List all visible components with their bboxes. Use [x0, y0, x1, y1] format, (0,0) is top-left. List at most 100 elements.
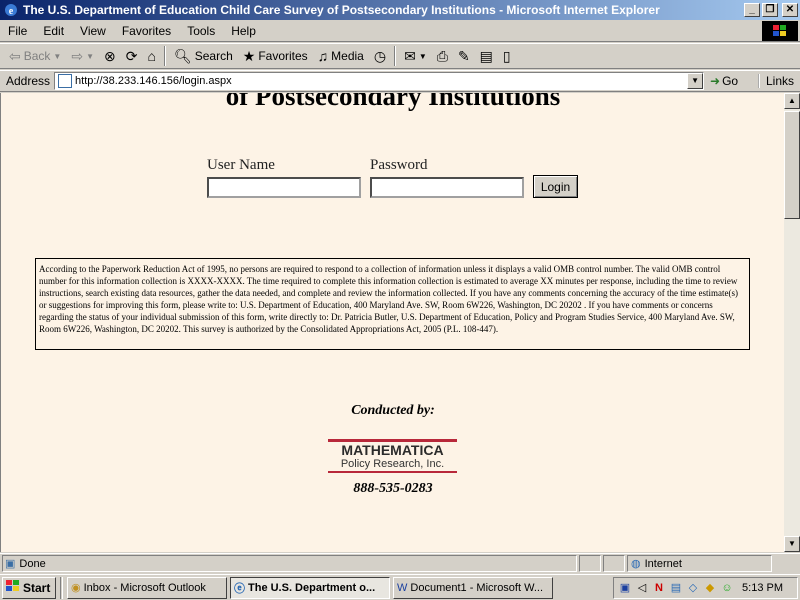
- edit-icon: ✎: [457, 47, 470, 64]
- search-label: Search: [194, 49, 233, 63]
- username-input[interactable]: [207, 177, 361, 198]
- start-label: Start: [23, 580, 51, 595]
- links-button[interactable]: Links: [757, 74, 794, 88]
- taskbar: Start ◉ Inbox - Microsoft Outlook ⓔ The …: [0, 574, 800, 600]
- logo-name: MATHEMATICA: [341, 442, 444, 458]
- page-done-icon: ▣: [5, 558, 16, 570]
- address-dropdown-button[interactable]: ▼: [687, 73, 704, 89]
- paperwork-notice: According to the Paperwork Reduction Act…: [35, 258, 750, 350]
- page-heading: of Postsecondary Institutions: [225, 93, 561, 111]
- messenger-tray-icon[interactable]: ☺: [720, 581, 734, 595]
- refresh-button[interactable]: ⟳: [121, 45, 143, 67]
- close-button[interactable]: ✕: [782, 3, 798, 17]
- mathematica-logo: MATHEMATICA Policy Research, Inc.: [328, 439, 457, 481]
- volume-icon[interactable]: ◁: [635, 581, 649, 595]
- menu-help[interactable]: Help: [223, 24, 264, 38]
- go-arrow-icon: ➜: [710, 74, 721, 88]
- forward-button[interactable]: ⇨ ▼: [66, 45, 99, 67]
- task-outlook[interactable]: ◉ Inbox - Microsoft Outlook: [67, 576, 227, 599]
- favorites-label: Favorites: [258, 49, 308, 63]
- status-bar: ▣ Done ◍ Internet: [0, 553, 800, 573]
- logo-subtitle: Policy Research, Inc.: [340, 458, 445, 470]
- forward-arrow-icon: ⇨: [71, 47, 84, 64]
- print-button[interactable]: ⎙: [432, 45, 453, 67]
- password-input[interactable]: [370, 177, 524, 198]
- edit-button[interactable]: ✎: [453, 45, 475, 67]
- menu-favorites[interactable]: Favorites: [114, 24, 179, 38]
- messenger-icon: ▯: [502, 47, 511, 64]
- window-titlebar[interactable]: e The U.S. Department of Education Child…: [0, 0, 800, 20]
- search-icon: 🔍︎: [173, 47, 192, 64]
- task-word[interactable]: W Document1 - Microsoft W...: [393, 576, 553, 599]
- media-label: Media: [331, 49, 364, 63]
- internet-explorer-icon: ⓔ: [234, 582, 245, 595]
- stop-button[interactable]: ⊗: [99, 45, 121, 67]
- mail-icon: ✉: [404, 47, 416, 64]
- chevron-down-icon: ▼: [53, 51, 62, 61]
- scroll-down-button[interactable]: ▼: [784, 536, 800, 552]
- logo-bar: [328, 471, 457, 473]
- network-icon[interactable]: ▤: [669, 581, 683, 595]
- go-button[interactable]: ➜ Go: [710, 74, 738, 88]
- menu-bar: File Edit View Favorites Tools Help: [0, 20, 800, 42]
- address-input[interactable]: http://38.233.146.156/login.aspx ▼: [54, 72, 705, 90]
- status-main: ▣ Done: [2, 555, 577, 572]
- chevron-down-icon: ▼: [418, 51, 427, 61]
- discuss-button[interactable]: ▤: [475, 45, 498, 67]
- menu-file[interactable]: File: [0, 24, 35, 38]
- media-button[interactable]: ♫ Media: [313, 45, 369, 67]
- address-bar: Address http://38.233.146.156/login.aspx…: [0, 70, 800, 92]
- chevron-down-icon: ▼: [86, 51, 94, 61]
- back-arrow-icon: ⇦: [9, 47, 21, 64]
- menu-view[interactable]: View: [72, 24, 114, 38]
- minimize-button[interactable]: _: [744, 3, 760, 17]
- printer-icon: ⎙: [436, 47, 448, 64]
- language-icon[interactable]: ▣: [618, 581, 632, 595]
- standard-toolbar: ⇦ Back ▼ ⇨ ▼ ⊗ ⟳ ⌂ 🔍︎ Search ★ Favorites…: [0, 43, 800, 69]
- antivirus-icon[interactable]: N: [652, 581, 666, 595]
- mail-button[interactable]: ✉ ▼: [399, 45, 432, 67]
- page-viewport: of Postsecondary Institutions User Name …: [0, 93, 784, 552]
- history-icon: ◷: [373, 47, 387, 64]
- login-button[interactable]: Login: [533, 175, 578, 198]
- toolbar-separator: [163, 46, 166, 66]
- status-cell: [579, 555, 601, 572]
- messenger-button[interactable]: ▯: [498, 45, 516, 67]
- security-zone: ◍ Internet: [627, 555, 772, 572]
- restore-button[interactable]: ❐: [762, 3, 778, 17]
- toolbar-separator: [394, 46, 397, 66]
- home-button[interactable]: ⌂: [142, 45, 160, 67]
- back-button[interactable]: ⇦ Back ▼: [4, 45, 66, 67]
- update-icon[interactable]: ◆: [703, 581, 717, 595]
- menu-edit[interactable]: Edit: [35, 24, 72, 38]
- scroll-thumb[interactable]: [784, 111, 800, 219]
- task-internet-explorer[interactable]: ⓔ The U.S. Department o...: [230, 576, 390, 599]
- address-label: Address: [6, 74, 51, 88]
- menu-tools[interactable]: Tools: [179, 24, 223, 38]
- favorites-button[interactable]: ★ Favorites: [238, 45, 313, 67]
- scroll-up-button[interactable]: ▲: [784, 93, 800, 109]
- start-button[interactable]: Start: [2, 576, 56, 599]
- media-icon: ♫: [317, 48, 329, 64]
- system-tray: ▣ ◁ N ▤ ◇ ◆ ☺ 5:13 PM: [613, 577, 798, 599]
- history-button[interactable]: ◷: [369, 45, 391, 67]
- windows-logo-icon: [762, 21, 798, 41]
- internet-globe-icon: ◍: [631, 558, 641, 570]
- windows-logo-icon: [6, 580, 20, 595]
- stop-icon: ⊗: [104, 47, 116, 64]
- task-label: The U.S. Department o...: [248, 581, 376, 594]
- task-label: Inbox - Microsoft Outlook: [83, 581, 206, 594]
- page-icon: [58, 74, 73, 88]
- phone-number: 888-535-0283: [353, 481, 433, 496]
- vertical-scrollbar[interactable]: ▲ ▼: [784, 93, 800, 552]
- go-label: Go: [722, 74, 739, 88]
- discuss-icon: ▤: [479, 47, 493, 64]
- status-text: Done: [19, 557, 46, 570]
- zone-label: Internet: [644, 557, 682, 570]
- home-icon: ⌂: [147, 48, 156, 64]
- search-button[interactable]: 🔍︎ Search: [169, 45, 238, 67]
- taskbar-clock: 5:13 PM: [742, 582, 783, 594]
- task-label: Document1 - Microsoft W...: [410, 581, 544, 594]
- outlook-icon: ◉: [71, 582, 81, 594]
- connection-icon[interactable]: ◇: [686, 581, 700, 595]
